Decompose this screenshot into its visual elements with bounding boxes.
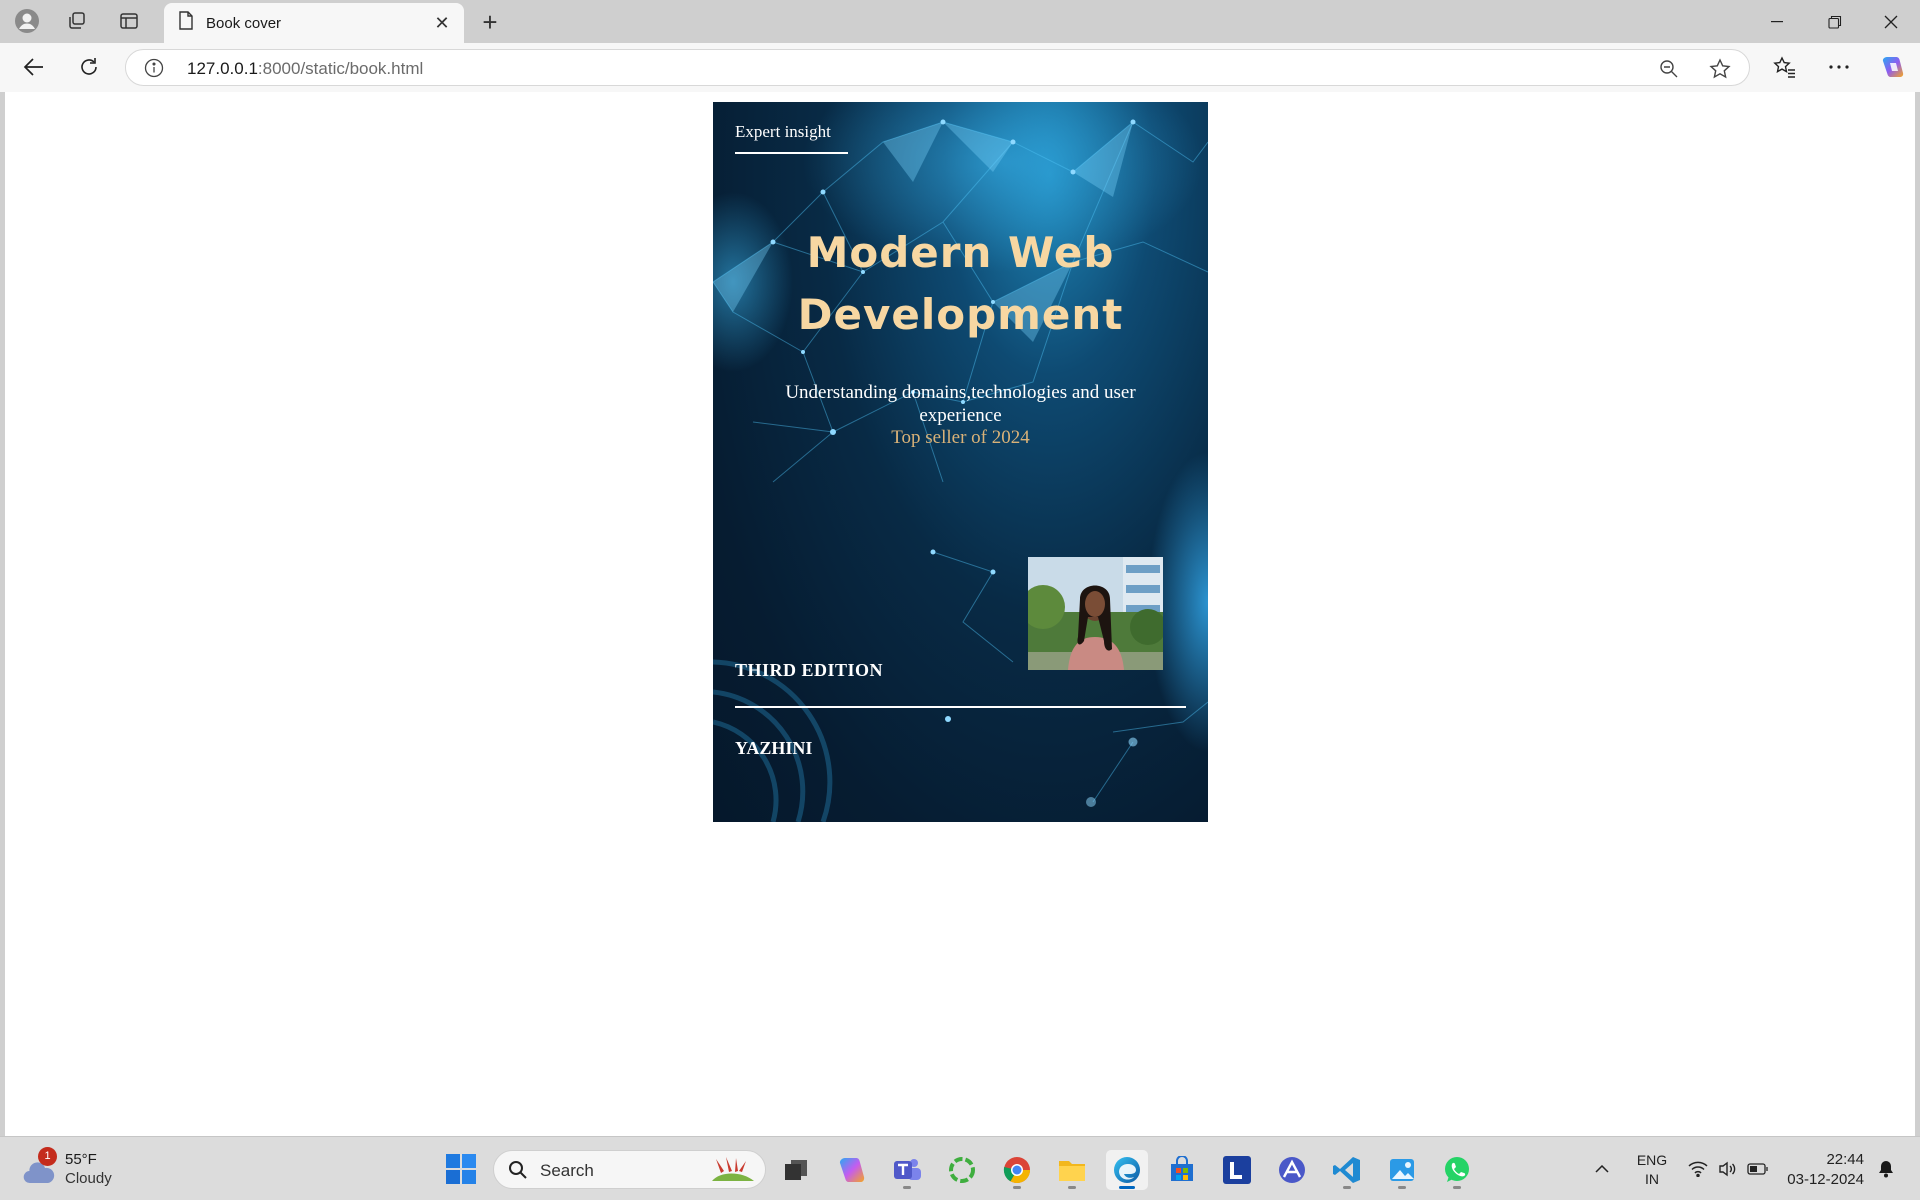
minimize-icon[interactable] xyxy=(1748,0,1806,43)
running-indicator xyxy=(1013,1186,1021,1189)
back-button[interactable] xyxy=(15,49,53,85)
search-icon xyxy=(509,1161,527,1179)
clock-time: 22:44 xyxy=(1826,1151,1864,1168)
close-window-icon[interactable] xyxy=(1862,0,1920,43)
weather-widget[interactable]: 1 55°F Cloudy xyxy=(20,1147,140,1191)
teams-icon xyxy=(894,1159,921,1180)
page-icon xyxy=(178,11,194,35)
system-clock[interactable]: 22:44 03-12-2024 xyxy=(1780,1150,1864,1190)
author-photo xyxy=(1028,557,1163,670)
language-line-1: ENG xyxy=(1636,1152,1668,1168)
copilot-app-icon xyxy=(839,1158,865,1182)
zoom-out-icon[interactable] xyxy=(1658,58,1680,80)
notification-bell-icon[interactable] xyxy=(1872,1151,1900,1187)
weather-condition: Cloudy xyxy=(65,1170,112,1187)
taskbar-app-whatsapp[interactable] xyxy=(1436,1150,1478,1190)
taskbar-app-teams[interactable] xyxy=(886,1150,928,1190)
taskbar-app-l[interactable] xyxy=(1216,1150,1258,1190)
edge-icon xyxy=(1114,1157,1140,1183)
weather-temp: 55°F xyxy=(65,1151,97,1168)
running-indicator xyxy=(1453,1186,1461,1189)
clock-date: 03-12-2024 xyxy=(1787,1171,1864,1188)
author-name: YAZHINI xyxy=(735,738,813,758)
chrome-icon xyxy=(1003,1157,1031,1184)
book-title-line-2: Development xyxy=(797,290,1124,339)
wifi-icon[interactable] xyxy=(1684,1151,1712,1187)
photos-icon xyxy=(1390,1159,1414,1181)
expert-insight-tag: Expert insight xyxy=(735,122,848,154)
arc-app-icon xyxy=(1279,1157,1305,1183)
refresh-button[interactable] xyxy=(70,49,108,85)
url-host: 127.0.0.1 xyxy=(187,59,258,78)
network-background-art xyxy=(713,102,1208,822)
running-indicator xyxy=(1343,1186,1351,1189)
favorites-icon[interactable] xyxy=(1766,49,1804,85)
weather-badge: 1 xyxy=(38,1147,57,1166)
running-indicator xyxy=(1398,1186,1406,1189)
whatsapp-icon xyxy=(1445,1157,1469,1182)
volume-icon[interactable] xyxy=(1714,1151,1742,1187)
restore-icon[interactable] xyxy=(1806,0,1864,43)
address-bar[interactable]: 127.0.0.1:8000/static/book.html xyxy=(125,49,1750,86)
taskbar-app-file-explorer[interactable] xyxy=(1051,1150,1093,1190)
taskbar-app-photos[interactable] xyxy=(1381,1150,1423,1190)
top-seller-badge: Top seller of 2024 xyxy=(891,427,1030,448)
start-button[interactable] xyxy=(446,1154,476,1184)
vscode-icon xyxy=(1333,1157,1360,1183)
more-options-icon[interactable] xyxy=(1820,49,1858,85)
site-info-icon[interactable] xyxy=(144,58,164,78)
url-path: :8000/static/book.html xyxy=(257,59,424,78)
language-line-2: IN xyxy=(1645,1171,1659,1187)
book-cover: Expert insight Modern Web Development Un… xyxy=(713,102,1208,822)
edition-label: THIRD EDITION xyxy=(735,660,884,680)
taskbar-app-copilot[interactable] xyxy=(831,1150,873,1190)
tab-title: Book cover xyxy=(206,14,282,32)
search-label: Search xyxy=(540,1161,594,1180)
taskbar: 1 55°F Cloudy Search ENG IN 22:44 03-12-… xyxy=(0,1136,1920,1200)
taskbar-app-arc[interactable] xyxy=(1271,1150,1313,1190)
running-indicator xyxy=(1068,1186,1076,1189)
language-indicator[interactable]: ENG IN xyxy=(1632,1151,1672,1189)
profile-icon[interactable] xyxy=(6,5,48,37)
taskbar-app-vscode[interactable] xyxy=(1326,1150,1368,1190)
copilot-icon[interactable] xyxy=(1874,49,1912,85)
url-text[interactable]: 127.0.0.1:8000/static/book.html xyxy=(187,59,423,79)
l-app-icon xyxy=(1223,1156,1251,1184)
tab-book-cover[interactable]: Book cover ✕ xyxy=(164,3,464,43)
running-indicator xyxy=(1119,1186,1135,1189)
book-subtitle: Understanding domains,technologies and u… xyxy=(785,382,1136,426)
battery-icon[interactable] xyxy=(1744,1151,1772,1187)
taskbar-app-circle[interactable] xyxy=(941,1150,983,1190)
book-title-line-1: Modern Web xyxy=(806,228,1115,277)
cover-divider xyxy=(735,706,1186,708)
search-highlight-icon xyxy=(712,1157,754,1181)
favorite-star-icon[interactable] xyxy=(1709,58,1731,80)
tab-strip: Book cover ✕ + xyxy=(0,0,1920,43)
taskbar-app-edge[interactable] xyxy=(1106,1150,1148,1190)
circle-app-icon xyxy=(949,1157,975,1183)
taskbar-app-chrome[interactable] xyxy=(996,1150,1038,1190)
store-icon xyxy=(1171,1156,1193,1181)
close-tab-icon[interactable]: ✕ xyxy=(430,11,454,35)
taskbar-app-file-explorer-tray[interactable] xyxy=(775,1150,817,1190)
new-tab-button[interactable]: + xyxy=(470,6,510,38)
workspaces-icon[interactable] xyxy=(56,5,98,37)
vertical-tabs-icon[interactable] xyxy=(108,5,150,37)
taskbar-search[interactable]: Search xyxy=(493,1150,766,1189)
folder-icon xyxy=(1059,1161,1085,1181)
running-indicator xyxy=(903,1186,911,1189)
page-viewport: Expert insight Modern Web Development Un… xyxy=(5,92,1915,1136)
browser-toolbar: 127.0.0.1:8000/static/book.html xyxy=(0,43,1920,92)
book-title: Modern Web Development xyxy=(713,222,1208,346)
show-hidden-icons-chevron-icon[interactable] xyxy=(1588,1151,1616,1187)
task-view-icon xyxy=(785,1160,807,1180)
taskbar-app-microsoft-store[interactable] xyxy=(1161,1150,1203,1190)
